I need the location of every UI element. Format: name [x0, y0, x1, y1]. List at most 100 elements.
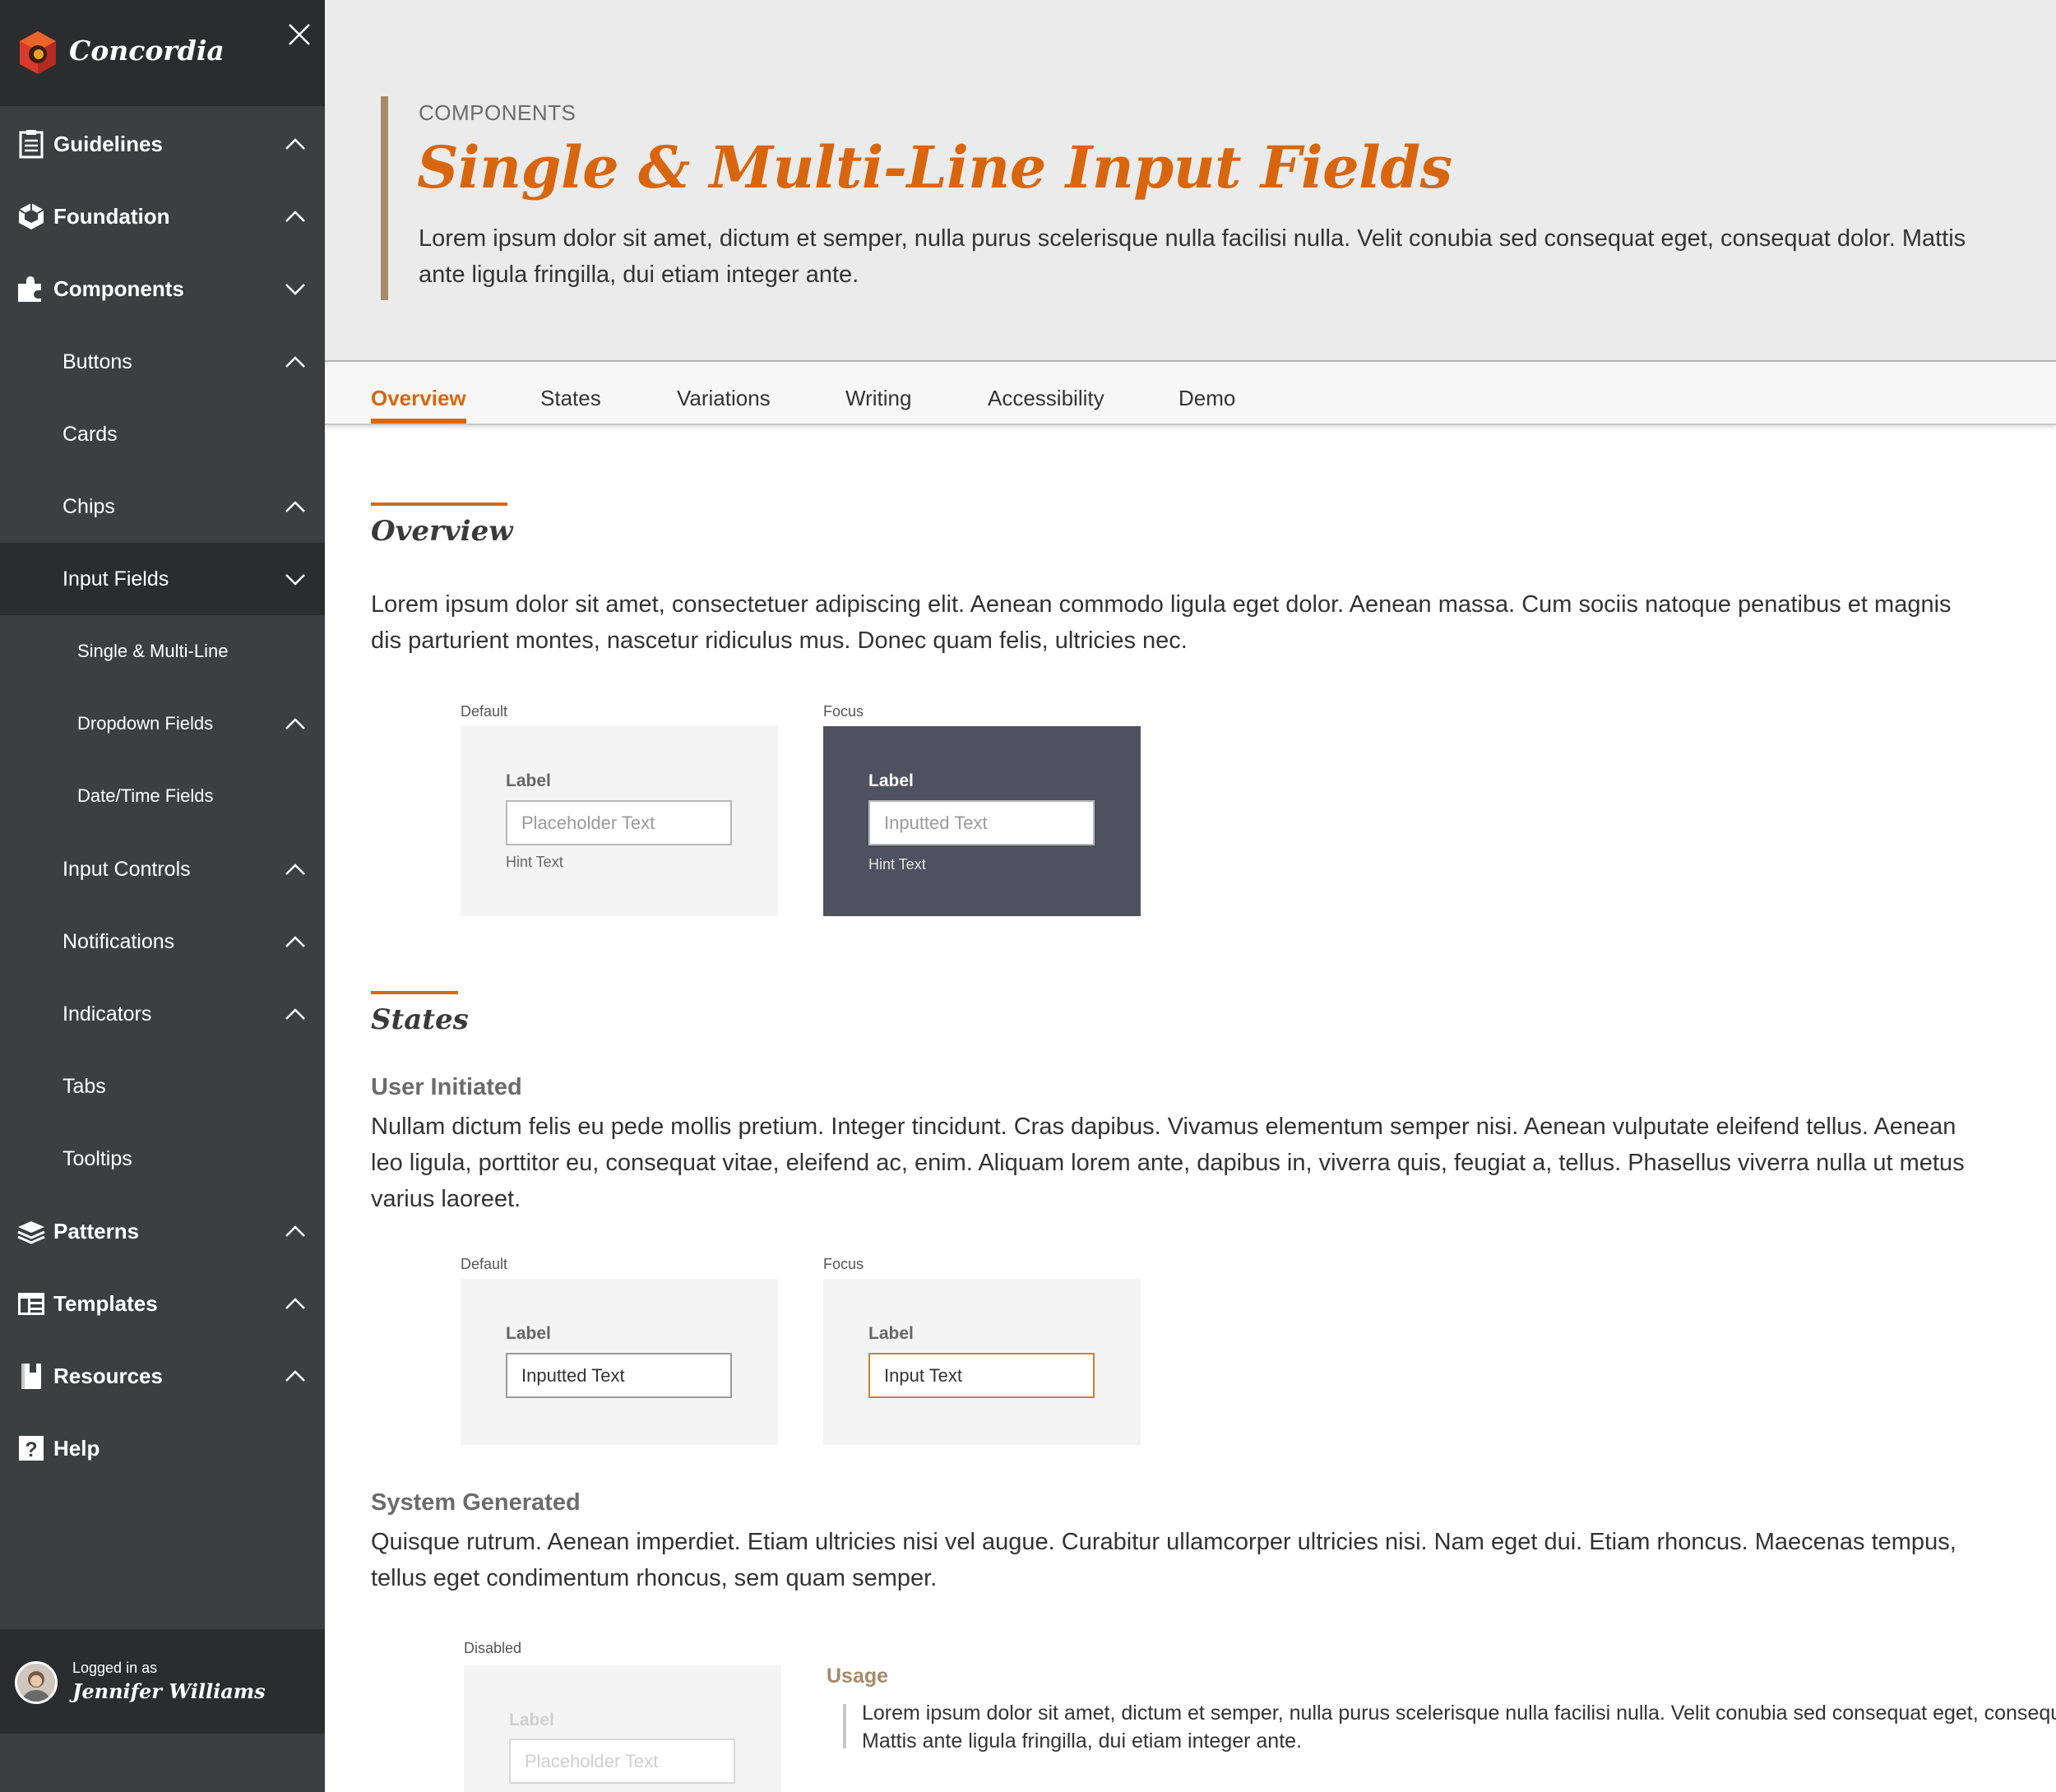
usage-title: Usage — [827, 1665, 889, 1688]
demo-disabled: Label Placeholder Text — [464, 1665, 781, 1792]
sidebar-item-label: Input Controls — [63, 857, 191, 881]
hint-text: Hint Text — [506, 854, 563, 870]
sidebar-item-templates[interactable]: Templates — [0, 1267, 325, 1340]
help-icon: ? — [19, 1436, 44, 1461]
sidebar-item-dropdown-fields[interactable]: Dropdown Fields — [0, 688, 325, 760]
puzzle-icon — [18, 276, 41, 302]
chevron-up-icon[interactable] — [285, 498, 306, 515]
section-rule — [371, 502, 507, 506]
book-icon — [21, 1364, 41, 1389]
section-rule — [371, 991, 458, 994]
brand-name[interactable]: Concordia — [69, 35, 225, 67]
demo-caption: Focus — [823, 1256, 864, 1272]
field-label: Label — [506, 1324, 551, 1343]
demo-default: Label Placeholder Text Hint Text — [461, 726, 778, 916]
chevron-up-icon[interactable] — [285, 1223, 306, 1239]
sidebar-item-label: Templates — [53, 1290, 158, 1316]
chevron-up-icon[interactable] — [285, 354, 306, 370]
inputted-text-input[interactable]: Inputted Text — [506, 1353, 732, 1398]
layers-icon — [17, 1221, 45, 1244]
usage-text: Lorem ipsum dolor sit amet, dictum et se… — [862, 1702, 2056, 1753]
tab-states[interactable]: States — [540, 386, 601, 411]
sidebar-item-label: Dropdown Fields — [77, 713, 214, 734]
chevron-up-icon[interactable] — [285, 208, 306, 225]
sidebar-item-label: Help — [53, 1435, 100, 1461]
sidebar-item-chips[interactable]: Chips — [0, 470, 325, 543]
inputted-text-input[interactable]: Inputted Text — [868, 800, 1095, 845]
sidebar-item-label: Buttons — [63, 350, 132, 373]
sidebar-item-notifications[interactable]: Notifications — [0, 905, 325, 978]
tab-bar: Overview States Variations Writing Acces… — [325, 363, 2056, 425]
subsection-title-user-initiated: User Initiated — [371, 1074, 522, 1100]
subsection-title-system-generated: System Generated — [371, 1489, 581, 1516]
tab-accessibility[interactable]: Accessibility — [988, 386, 1104, 411]
chevron-up-icon[interactable] — [285, 1368, 306, 1384]
chevron-up-icon[interactable] — [285, 933, 306, 950]
chevron-up-icon[interactable] — [285, 136, 306, 152]
sidebar-item-foundation[interactable]: Foundation — [0, 180, 325, 252]
demo-focus: Label Inputted Text Hint Text — [823, 726, 1141, 916]
sidebar-item-cards[interactable]: Cards — [0, 398, 325, 470]
user-initiated-text: Nullam dictum felis eu pede mollis preti… — [371, 1114, 1965, 1212]
sidebar-item-guidelines[interactable]: Guidelines — [0, 108, 325, 180]
sidebar-item-components[interactable]: Components — [0, 252, 325, 325]
sidebar: Concordia Guidelines Foundation Componen… — [0, 0, 325, 1792]
user-name[interactable]: Jennifer Williams — [72, 1679, 266, 1703]
sidebar-item-input-controls[interactable]: Input Controls — [0, 833, 325, 905]
clipboard-icon — [19, 130, 44, 159]
cube-icon — [18, 203, 44, 229]
tab-demo[interactable]: Demo — [1178, 386, 1235, 411]
sidebar-item-single-multi-line[interactable]: Single & Multi-Line — [0, 615, 325, 688]
sidebar-item-help[interactable]: ? Help — [0, 1412, 325, 1484]
tab-variations[interactable]: Variations — [677, 386, 771, 411]
focused-input[interactable]: Input Text — [868, 1353, 1095, 1398]
sidebar-item-date-time-fields[interactable]: Date/Time Fields — [0, 760, 325, 832]
page-title: Single & Multi-Line Input Fields — [417, 133, 1452, 201]
breadcrumb: COMPONENTS — [419, 100, 577, 125]
avatar[interactable] — [15, 1661, 58, 1704]
sidebar-item-label: Tooltips — [63, 1146, 132, 1170]
chevron-down-icon[interactable] — [285, 571, 306, 587]
sidebar-item-label: Tabs — [63, 1074, 106, 1098]
demo-caption: Default — [461, 703, 508, 720]
tab-overview[interactable]: Overview — [371, 386, 466, 411]
sidebar-item-label: Resources — [53, 1363, 163, 1388]
demo-caption: Focus — [823, 703, 864, 720]
field-label: Label — [506, 771, 551, 790]
demo-caption: Default — [461, 1256, 508, 1272]
sidebar-item-input-fields[interactable]: Input Fields — [0, 543, 325, 615]
demo-focus: Label Input Text — [823, 1279, 1141, 1445]
sidebar-item-label: Date/Time Fields — [77, 785, 214, 806]
sidebar-header: Concordia — [0, 0, 325, 106]
chevron-up-icon[interactable] — [285, 1295, 306, 1312]
sidebar-item-indicators[interactable]: Indicators — [0, 978, 325, 1050]
chevron-up-icon[interactable] — [285, 715, 306, 732]
sidebar-item-label: Input Fields — [63, 567, 169, 590]
placeholder-input[interactable]: Placeholder Text — [506, 800, 732, 845]
chevron-up-icon[interactable] — [285, 1006, 306, 1022]
user-avatar-icon — [17, 1664, 55, 1702]
page-header: COMPONENTS Single & Multi-Line Input Fie… — [325, 0, 2056, 362]
tab-active-indicator — [371, 419, 466, 424]
section-title-overview: Overview — [371, 515, 513, 548]
hint-text: Hint Text — [868, 856, 926, 873]
header-accent-bar — [381, 96, 388, 300]
chevron-up-icon[interactable] — [285, 861, 306, 877]
disabled-input: Placeholder Text — [509, 1739, 735, 1784]
svg-text:?: ? — [25, 1438, 37, 1461]
sidebar-item-label: Foundation — [53, 203, 170, 229]
demo-caption: Disabled — [464, 1640, 522, 1656]
sidebar-item-patterns[interactable]: Patterns — [0, 1195, 325, 1267]
sidebar-item-resources[interactable]: Resources — [0, 1340, 325, 1412]
page-description: Lorem ipsum dolor sit amet, dictum et se… — [419, 225, 1966, 288]
close-icon[interactable] — [286, 21, 313, 48]
sidebar-item-label: Chips — [63, 494, 115, 518]
demo-default: Label Inputted Text — [461, 1279, 778, 1445]
chevron-down-icon[interactable] — [285, 280, 306, 297]
sidebar-item-tooltips[interactable]: Tooltips — [0, 1123, 325, 1195]
sidebar-item-buttons[interactable]: Buttons — [0, 326, 325, 398]
tab-writing[interactable]: Writing — [845, 386, 911, 411]
sidebar-item-label: Patterns — [53, 1218, 140, 1243]
sidebar-item-tabs[interactable]: Tabs — [0, 1050, 325, 1123]
sidebar-item-label: Components — [53, 276, 184, 301]
